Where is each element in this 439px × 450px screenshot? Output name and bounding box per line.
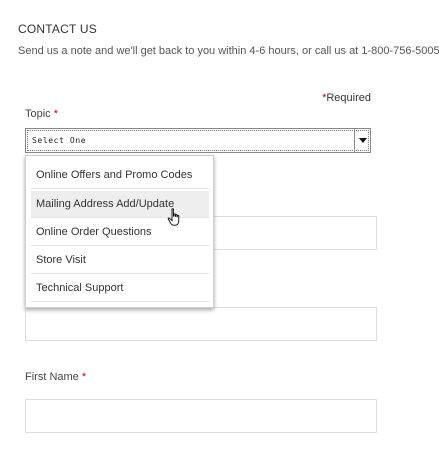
hand-pointer-icon: [167, 208, 183, 227]
contact-description: Send us a note and we'll get back to you…: [18, 45, 439, 57]
topic-label-text: Topic: [25, 108, 51, 120]
first-name-input[interactable]: [25, 399, 377, 433]
page-title: CONTACT US: [18, 22, 97, 36]
topic-select[interactable]: Select One: [25, 128, 371, 153]
dropdown-option-online-offers[interactable]: Online Offers and Promo Codes: [31, 162, 209, 189]
topic-required-asterisk: *: [53, 108, 59, 120]
field-input-2[interactable]: [25, 307, 377, 341]
required-legend: *Required: [322, 92, 371, 104]
first-name-required-asterisk: *: [81, 371, 87, 383]
topic-label: Topic *: [25, 108, 58, 120]
dropdown-option-store-visit[interactable]: Store Visit: [31, 247, 209, 274]
topic-select-value: Select One: [32, 136, 87, 145]
caret-down-icon[interactable]: [354, 129, 370, 152]
required-text: Required: [326, 92, 371, 104]
first-name-label-text: First Name: [25, 371, 79, 383]
first-name-label: First Name *: [25, 371, 86, 383]
dropdown-option-technical-support[interactable]: Technical Support: [31, 275, 209, 302]
topic-dropdown-list: Online Offers and Promo Codes Mailing Ad…: [25, 155, 214, 308]
